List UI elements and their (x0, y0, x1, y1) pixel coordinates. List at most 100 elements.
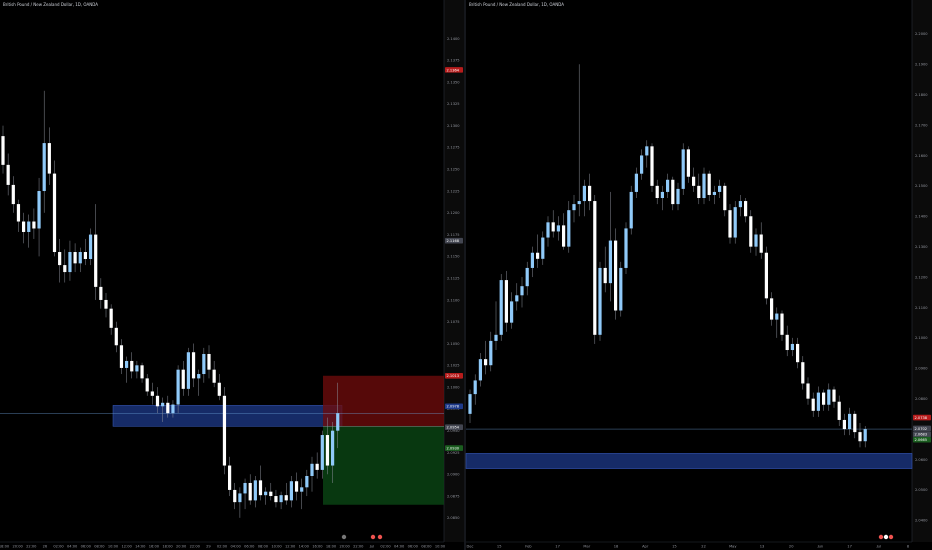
left-candle-body[interactable] (37, 191, 41, 229)
left-candle-body[interactable] (114, 327, 118, 346)
right-candle-body[interactable] (666, 179, 670, 192)
left-candle-body[interactable] (166, 402, 170, 414)
left-candle-body[interactable] (310, 463, 314, 476)
left-candle-body[interactable] (207, 353, 211, 370)
right-candle-body[interactable] (811, 398, 815, 411)
left-demand-zone[interactable] (112, 405, 343, 427)
right-candle-body[interactable] (577, 201, 581, 205)
right-candle-body[interactable] (738, 201, 742, 208)
right-candle-body[interactable] (822, 392, 826, 405)
right-candle-body[interactable] (681, 149, 685, 189)
left-candle-body[interactable] (155, 395, 160, 407)
right-candle-body[interactable] (744, 201, 748, 217)
right-candle-body[interactable] (510, 301, 514, 323)
right-candle-body[interactable] (525, 267, 529, 287)
left-candle-body[interactable] (42, 143, 46, 192)
left-candle-body[interactable] (191, 352, 196, 379)
left-candle-body[interactable] (135, 365, 139, 372)
left-candle-body[interactable] (258, 480, 263, 496)
left-candle-body[interactable] (27, 221, 31, 232)
left-candle-body[interactable] (264, 491, 268, 496)
right-candle-body[interactable] (801, 362, 805, 384)
right-candle-body[interactable] (770, 298, 774, 320)
right-candle-body[interactable] (499, 280, 503, 335)
right-candle-body[interactable] (614, 240, 618, 311)
right-candle-body[interactable] (764, 252, 768, 299)
left-candle-body[interactable] (284, 495, 288, 501)
left-candle-body[interactable] (88, 234, 93, 259)
left-candle-body[interactable] (140, 365, 144, 379)
left-candle-body[interactable] (186, 352, 190, 389)
right-candle-body[interactable] (515, 295, 519, 302)
right-candle-body[interactable] (489, 340, 493, 366)
left-candle-body[interactable] (238, 493, 242, 503)
right-candle-body[interactable] (806, 383, 810, 399)
left-candle-body[interactable] (233, 489, 237, 503)
right-candle-body[interactable] (754, 234, 758, 247)
left-candle-body[interactable] (320, 435, 324, 470)
right-candle-body[interactable] (484, 359, 488, 366)
right-candle-body[interactable] (655, 185, 659, 199)
right-candle-body[interactable] (816, 392, 820, 411)
right-candle-body[interactable] (546, 222, 550, 238)
right-candle-body[interactable] (780, 313, 784, 335)
right-candle-body[interactable] (624, 228, 628, 268)
left-chart-pane[interactable]: 2.1400 2.1375 2.1350 2.1325 2.1300 2.1275 2.12… (0, 0, 464, 549)
left-candle-body[interactable] (202, 353, 206, 375)
right-candle-body[interactable] (520, 286, 524, 296)
left-candle-body[interactable] (99, 286, 103, 300)
right-candle-body[interactable] (702, 173, 706, 199)
right-candle-body[interactable] (504, 280, 508, 323)
left-candle-body[interactable] (325, 435, 330, 466)
left-candle-body[interactable] (197, 374, 201, 379)
right-candle-body[interactable] (473, 380, 477, 395)
right-candle-body[interactable] (848, 413, 852, 430)
left-candle-body[interactable] (78, 252, 82, 264)
left-candle-body[interactable] (32, 221, 36, 229)
left-candle-body[interactable] (68, 252, 72, 273)
left-candle-body[interactable] (47, 143, 51, 174)
right-candle-body[interactable] (712, 191, 716, 195)
left-candle-body[interactable] (181, 369, 185, 389)
left-candle-body[interactable] (22, 221, 26, 232)
left-candle-body[interactable] (109, 308, 113, 328)
left-candle-body[interactable] (171, 404, 175, 414)
position-target-zone[interactable] (323, 426, 444, 505)
right-candle-body[interactable] (827, 389, 831, 405)
right-candle-body[interactable] (645, 146, 649, 156)
right-candle-body[interactable] (697, 185, 701, 199)
left-candle-body[interactable] (145, 378, 149, 392)
right-candle-body[interactable] (853, 413, 857, 433)
right-candle-body[interactable] (567, 210, 571, 247)
right-candle-body[interactable] (733, 207, 737, 238)
left-candle-body[interactable] (73, 252, 77, 264)
right-candle-body[interactable] (494, 334, 498, 341)
left-candle-body[interactable] (176, 369, 180, 405)
left-candle-body[interactable] (294, 481, 299, 492)
left-candle-body[interactable] (83, 252, 87, 259)
right-candle-body[interactable] (718, 185, 722, 192)
position-stop-zone[interactable] (323, 375, 444, 427)
right-candle-body[interactable] (608, 240, 612, 284)
left-candle-body[interactable] (315, 463, 319, 470)
left-candle-body[interactable] (289, 481, 293, 501)
right-candle-body[interactable] (582, 185, 586, 202)
right-candle-body[interactable] (478, 359, 482, 381)
left-candle-body[interactable] (217, 382, 221, 396)
right-candle-body[interactable] (640, 155, 644, 174)
right-candle-body[interactable] (858, 432, 862, 442)
right-candle-body[interactable] (842, 419, 846, 430)
right-candle-body[interactable] (837, 401, 841, 420)
right-candle-body[interactable] (832, 389, 836, 402)
left-candle-body[interactable] (63, 265, 67, 273)
right-candle-body[interactable] (749, 216, 753, 247)
left-candle-body[interactable] (161, 402, 165, 407)
right-candle-body[interactable] (551, 222, 555, 232)
right-candle-body[interactable] (863, 429, 867, 442)
right-candle-body[interactable] (650, 146, 654, 186)
left-candle-body[interactable] (331, 430, 335, 466)
right-candle-body[interactable] (785, 334, 789, 351)
left-candle-body[interactable] (58, 252, 62, 266)
right-candle-body[interactable] (707, 173, 711, 195)
right-candle-body[interactable] (775, 313, 779, 320)
